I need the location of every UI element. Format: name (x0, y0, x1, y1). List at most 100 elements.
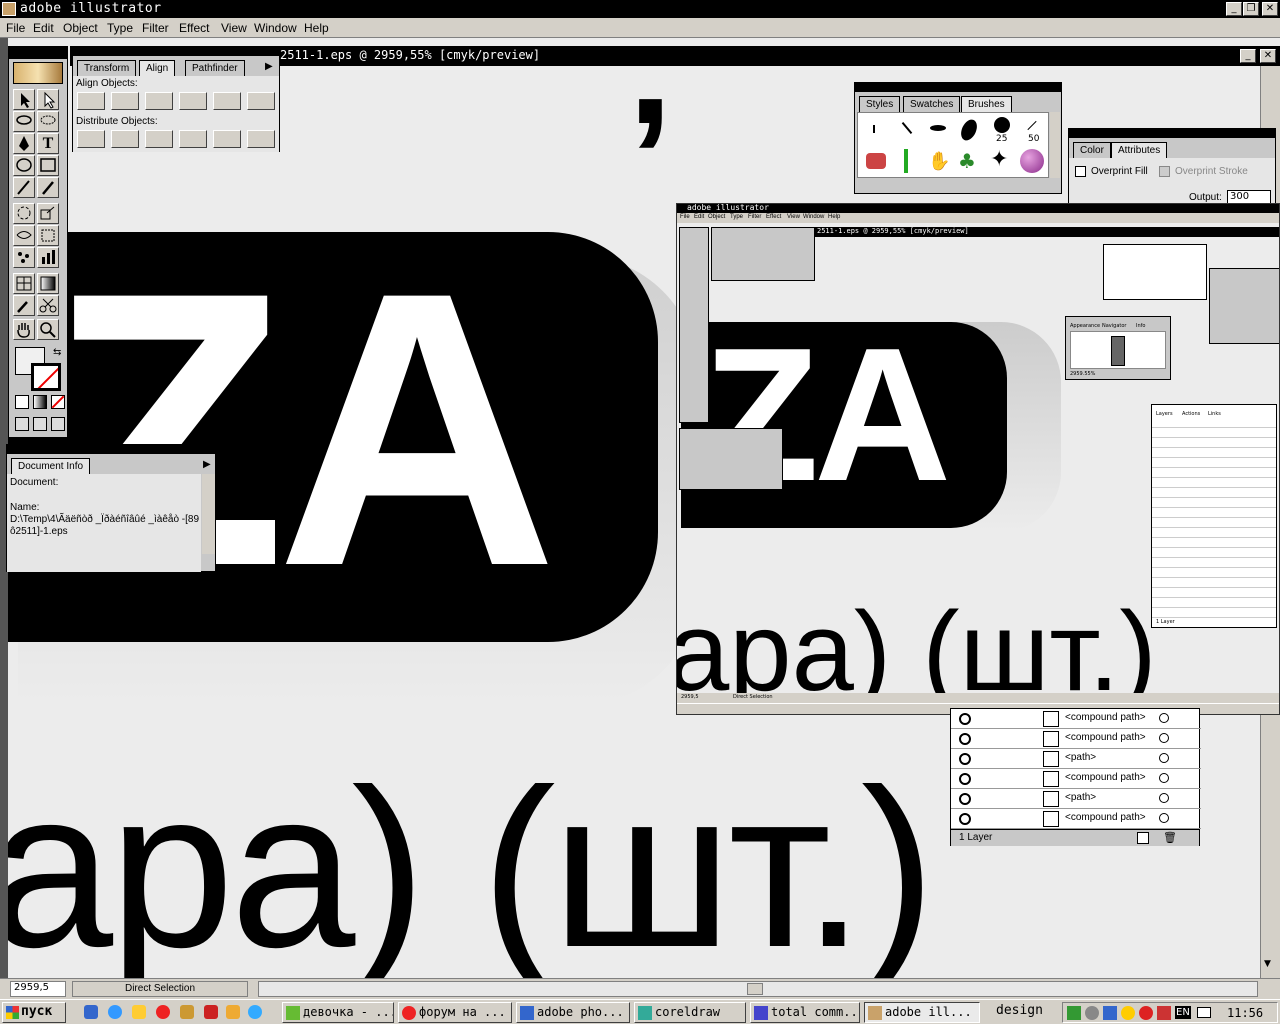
bottom-cyrillic-text[interactable]: ара) (шт.) (8, 756, 936, 979)
distribute-bottom-button[interactable] (145, 130, 173, 148)
ellipse-tool[interactable] (13, 155, 35, 176)
brush-art-sparkle[interactable]: ✦ (990, 147, 1008, 172)
tab-color[interactable]: Color (1073, 142, 1111, 158)
task-devochka[interactable]: девочка - ... (282, 1002, 394, 1023)
layer-row[interactable]: <path> (951, 749, 1201, 769)
tray-antivirus-icon[interactable] (1157, 1006, 1171, 1020)
target-icon[interactable] (1159, 753, 1169, 763)
stroke-color-swatch[interactable] (31, 363, 61, 391)
nested-menu-filter[interactable]: Filter (748, 214, 761, 220)
eye-icon[interactable] (959, 733, 971, 745)
horizontal-scrollbar[interactable] (258, 981, 1258, 997)
eyedropper-tool[interactable] (13, 295, 35, 316)
target-icon[interactable] (1159, 813, 1169, 823)
tray-language-indicator[interactable]: EN (1175, 1006, 1191, 1019)
layer-name[interactable]: <compound path> (1065, 812, 1146, 823)
layer-name[interactable]: <compound path> (1065, 732, 1146, 743)
task-forum[interactable]: форум на ... (398, 1002, 512, 1023)
menu-object[interactable]: Object (63, 21, 98, 35)
scale-tool[interactable] (37, 203, 59, 224)
eye-icon[interactable] (959, 773, 971, 785)
layer-name[interactable]: <compound path> (1065, 712, 1146, 723)
quicklaunch-folder-icon[interactable] (226, 1005, 240, 1019)
menu-file[interactable]: File (6, 21, 25, 35)
tab-styles[interactable]: Styles (859, 96, 901, 112)
gradient-tool[interactable] (37, 273, 59, 294)
align-hcenter-button[interactable] (111, 92, 139, 110)
brush-calligraphic-2[interactable] (930, 125, 946, 131)
new-layer-icon[interactable] (1137, 832, 1149, 844)
tab-swatches[interactable]: Swatches (903, 96, 961, 112)
nested-tab-actions[interactable]: Actions (1182, 411, 1200, 417)
brush-art-sphere[interactable] (1020, 149, 1044, 173)
brush-round-25[interactable] (994, 117, 1010, 133)
tray-display-icon[interactable] (1103, 1006, 1117, 1020)
tray-design-label[interactable]: design (996, 1003, 1043, 1018)
nested-tab-appearance[interactable]: Appearance (1070, 323, 1100, 329)
menu-filter[interactable]: Filter (142, 21, 169, 35)
warp-tool[interactable] (13, 225, 35, 246)
eye-icon[interactable] (959, 753, 971, 765)
layer-name[interactable]: <path> (1065, 792, 1096, 803)
scissors-tool[interactable] (37, 295, 59, 316)
doc-close-button[interactable]: ✕ (1260, 49, 1276, 63)
target-icon[interactable] (1159, 713, 1169, 723)
align-vcenter-button[interactable] (213, 92, 241, 110)
swap-colors-icon[interactable]: ⇆ (53, 347, 61, 358)
brush-art-maple-leaf[interactable]: ♣ (958, 149, 976, 173)
menu-help[interactable]: Help (304, 21, 329, 35)
paintbrush-tool[interactable] (13, 177, 35, 198)
target-icon[interactable] (1159, 733, 1169, 743)
task-photoshop[interactable]: adobe pho... (516, 1002, 630, 1023)
tray-ati-icon[interactable] (1139, 1006, 1153, 1020)
tab-document-info[interactable]: Document Info (11, 458, 91, 474)
distribute-hcenter-button[interactable] (213, 130, 241, 148)
tab-attributes[interactable]: Attributes (1111, 142, 1168, 158)
lasso-tool[interactable] (13, 111, 35, 132)
output-field[interactable]: 300 (1227, 190, 1271, 204)
hand-tool[interactable] (13, 319, 35, 340)
overprint-fill-checkbox[interactable] (1075, 166, 1086, 177)
brushes-scrollbar[interactable] (1050, 112, 1060, 178)
layer-row[interactable]: <compound path> (951, 769, 1201, 789)
overprint-stroke-checkbox[interactable] (1159, 166, 1170, 177)
nested-menu-object[interactable]: Object (708, 214, 725, 220)
brush-art-hands[interactable]: ✋ (928, 151, 950, 172)
tray-network-icon[interactable] (1067, 1006, 1081, 1020)
none-mode-button[interactable] (51, 395, 65, 409)
screen-mode-standard[interactable] (15, 417, 29, 431)
tray-clock[interactable]: 11:56 (1227, 1006, 1263, 1020)
nested-tab-info[interactable]: Info (1136, 323, 1145, 329)
graph-tool[interactable] (37, 247, 59, 268)
docinfo-menu-arrow-icon[interactable]: ▶ (203, 459, 211, 470)
menu-effect[interactable]: Effect (179, 21, 209, 35)
nested-navigator-preview[interactable] (1070, 331, 1166, 369)
type-tool[interactable]: T (37, 133, 59, 154)
nested-menu-edit[interactable]: Edit (694, 214, 704, 220)
tab-pathfinder[interactable]: Pathfinder (185, 60, 245, 76)
brush-fine-dot[interactable] (873, 125, 875, 133)
direct-selection-tool[interactable] (37, 89, 59, 110)
nested-menu-file[interactable]: File (680, 214, 690, 220)
screen-mode-full[interactable] (51, 417, 65, 431)
toolbox-logo[interactable] (13, 62, 63, 84)
nested-tab-navigator[interactable]: Navigator (1102, 323, 1126, 329)
brush-art-leaf[interactable] (904, 149, 908, 173)
start-button[interactable]: пуск (2, 1002, 66, 1023)
toolbox-header[interactable] (9, 47, 67, 59)
layer-name[interactable]: <path> (1065, 752, 1096, 763)
illustrator-app-icon[interactable] (2, 2, 16, 16)
nested-menu-type[interactable]: Type (730, 214, 743, 220)
task-total-commander[interactable]: total comm... (750, 1002, 860, 1023)
quicklaunch-app-icon[interactable] (180, 1005, 194, 1019)
quicklaunch-media-icon[interactable] (248, 1005, 262, 1019)
nested-menu-view[interactable]: View (787, 214, 800, 220)
scroll-down-arrow-icon[interactable]: ▼ (1264, 959, 1271, 969)
color-mode-button[interactable] (15, 395, 29, 409)
align-panel-header[interactable] (73, 47, 279, 56)
eye-icon[interactable] (959, 813, 971, 825)
brush-art-marker[interactable] (866, 153, 886, 169)
docinfo-scrollbar[interactable] (202, 474, 215, 554)
distribute-top-button[interactable] (77, 130, 105, 148)
nested-tab-links[interactable]: Links (1208, 411, 1221, 417)
